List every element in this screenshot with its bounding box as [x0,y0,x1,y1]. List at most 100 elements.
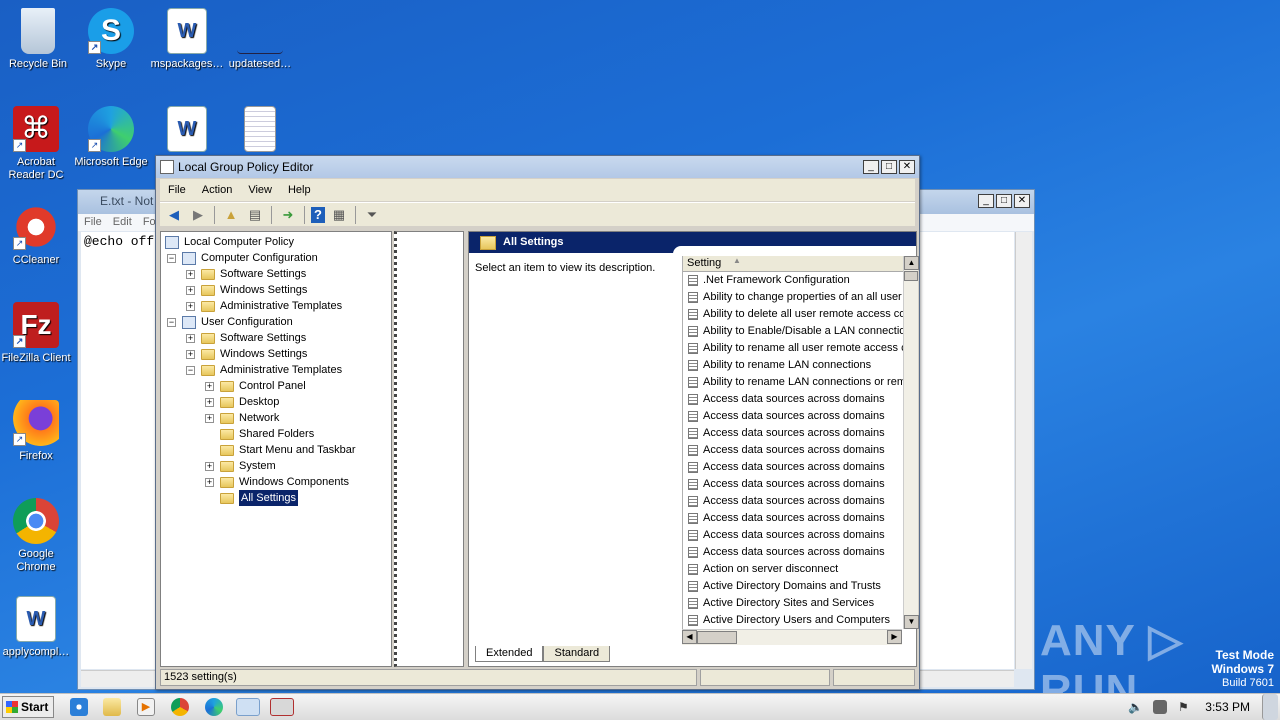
desktop-icon-updatesed[interactable]: updatesed… [222,8,298,71]
tree-node-uc-software[interactable]: + Software Settings [186,330,306,346]
collapse-icon[interactable]: − [186,365,195,375]
tree-node-user-config[interactable]: − User Configuration [167,314,293,330]
close-button[interactable]: ✕ [1014,194,1030,208]
group-policy-editor-window[interactable]: Local Group Policy Editor _ □ ✕ File Act… [155,155,920,690]
notepad-menu-format[interactable]: Fo [143,216,156,228]
setting-row[interactable]: Ability to rename LAN connections or rem [683,374,903,391]
tree-node-windows-components[interactable]: + Windows Components [205,474,349,490]
export-list-icon[interactable]: ➜ [278,206,298,224]
network-icon[interactable] [1153,700,1167,714]
desktop-icon-filezilla[interactable]: Fz ↗ FileZilla Client [0,302,74,365]
column-header-setting[interactable]: Setting ▲ [683,256,903,272]
desktop-icon-acrobat[interactable]: ⌘ ↗ Acrobat Reader DC [0,106,74,182]
desktop-icon-chrome[interactable]: Google Chrome [0,498,74,574]
desktop-icon-skype[interactable]: S ↗ Skype [73,8,149,71]
menu-action[interactable]: Action [194,184,241,196]
scroll-left-button[interactable]: ◀ [682,630,697,644]
setting-row[interactable]: Access data sources across domains [683,510,903,527]
tree-node-start-menu[interactable]: Start Menu and Taskbar [220,442,356,458]
close-button[interactable]: ✕ [899,160,915,174]
desktop-icon-ccleaner[interactable]: ↗ CCleaner [0,204,74,267]
collapse-icon[interactable]: − [167,253,176,263]
tree-node-all-settings[interactable]: All Settings [220,490,299,506]
media-player-icon[interactable]: ▶ [137,698,155,716]
expand-icon[interactable]: + [205,413,214,423]
scroll-thumb[interactable] [904,271,918,281]
setting-row[interactable]: Access data sources across domains [683,493,903,510]
chrome-taskbar-icon[interactable] [171,698,189,716]
expand-icon[interactable]: + [186,285,195,295]
tree-node-computer-config[interactable]: − Computer Configuration [167,250,318,266]
gpedit-taskbar-icon[interactable] [270,698,294,716]
tab-extended[interactable]: Extended [475,646,544,662]
show-desktop-button[interactable] [1262,694,1278,720]
setting-row[interactable]: Access data sources across domains [683,408,903,425]
notepad-taskbar-icon[interactable] [236,698,260,716]
h-scroll-thumb[interactable] [697,631,737,644]
properties-icon[interactable]: ▦ [329,206,349,224]
tree-node-cc-software[interactable]: + Software Settings [186,266,306,282]
expand-icon[interactable]: + [205,461,214,471]
setting-row[interactable]: Access data sources across domains [683,442,903,459]
setting-row[interactable]: Active Directory Domains and Trusts [683,578,903,595]
expand-icon[interactable]: + [186,301,195,311]
tree-node-cc-admin[interactable]: + Administrative Templates [186,298,342,314]
setting-row[interactable]: Access data sources across domains [683,476,903,493]
notepad-vertical-scrollbar[interactable] [1015,232,1032,669]
back-arrow-icon[interactable]: ◀ [164,206,184,224]
desktop-icon-word-doc[interactable]: W [149,106,225,156]
scroll-down-button[interactable]: ▼ [904,615,919,629]
setting-row[interactable]: Active Directory Sites and Services [683,595,903,612]
setting-row[interactable]: Ability to delete all user remote access… [683,306,903,323]
forward-arrow-icon[interactable]: ▶ [188,206,208,224]
desktop-icon-edge[interactable]: ↗ Microsoft Edge [73,106,149,169]
action-center-flag-icon[interactable]: ⚑ [1178,700,1192,714]
desktop-icon-mspackages[interactable]: W mspackages… [149,8,225,71]
volume-icon[interactable]: 🔈 [1128,700,1143,714]
setting-row[interactable]: .Net Framework Configuration [683,272,903,289]
show-hide-tree-icon[interactable]: ▤ [245,206,265,224]
list-vertical-scrollbar[interactable]: ▲ ▼ [903,256,919,629]
expand-icon[interactable]: + [186,349,195,359]
setting-row[interactable]: Action on server disconnect [683,561,903,578]
maximize-button[interactable]: □ [996,194,1012,208]
edge-taskbar-icon[interactable] [205,698,223,716]
minimize-button[interactable]: _ [863,160,879,174]
setting-row[interactable]: Access data sources across domains [683,459,903,476]
internet-explorer-icon[interactable] [70,698,88,716]
menu-view[interactable]: View [240,184,280,196]
setting-row[interactable]: Access data sources across domains [683,425,903,442]
setting-row[interactable]: Ability to rename all user remote access… [683,340,903,357]
tree-node-cc-windows[interactable]: + Windows Settings [186,282,307,298]
tree-node-uc-windows[interactable]: + Windows Settings [186,346,307,362]
tree-node-root[interactable]: Local Computer Policy [165,234,294,250]
up-folder-icon[interactable]: ▲ [221,206,241,224]
notepad-menu-file[interactable]: File [84,216,102,228]
desktop-icon-recycle-bin[interactable]: Recycle Bin [0,8,76,71]
scroll-up-button[interactable]: ▲ [904,256,919,270]
setting-row[interactable]: Access data sources across domains [683,391,903,408]
expand-icon[interactable]: + [205,397,214,407]
setting-row[interactable]: Active Directory Users and Computers [683,612,903,629]
tree-node-network[interactable]: + Network [205,410,279,426]
system-clock[interactable]: 3:53 PM [1205,700,1250,714]
gpe-title-bar[interactable]: Local Group Policy Editor [156,156,919,178]
maximize-button[interactable]: □ [881,160,897,174]
tree-node-uc-admin[interactable]: − Administrative Templates [186,362,342,378]
pane-splitter[interactable] [394,231,464,667]
expand-icon[interactable]: + [205,381,214,391]
expand-icon[interactable]: + [186,333,195,343]
policy-tree[interactable]: Local Computer Policy − Computer Configur… [160,231,392,667]
list-horizontal-scrollbar[interactable]: ◀ ▶ [682,629,902,645]
tree-node-shared-folders[interactable]: Shared Folders [220,426,314,442]
start-button[interactable]: Start [2,696,54,718]
file-explorer-icon[interactable] [103,698,121,716]
menu-file[interactable]: File [160,184,194,196]
minimize-button[interactable]: _ [978,194,994,208]
setting-row[interactable]: Ability to Enable/Disable a LAN connecti… [683,323,903,340]
tree-node-system[interactable]: + System [205,458,276,474]
settings-list[interactable]: Setting ▲ .Net Framework Configuration Abi… [682,256,919,629]
tree-node-control-panel[interactable]: + Control Panel [205,378,306,394]
menu-help[interactable]: Help [280,184,319,196]
filter-icon[interactable]: ⏷ [362,206,382,224]
